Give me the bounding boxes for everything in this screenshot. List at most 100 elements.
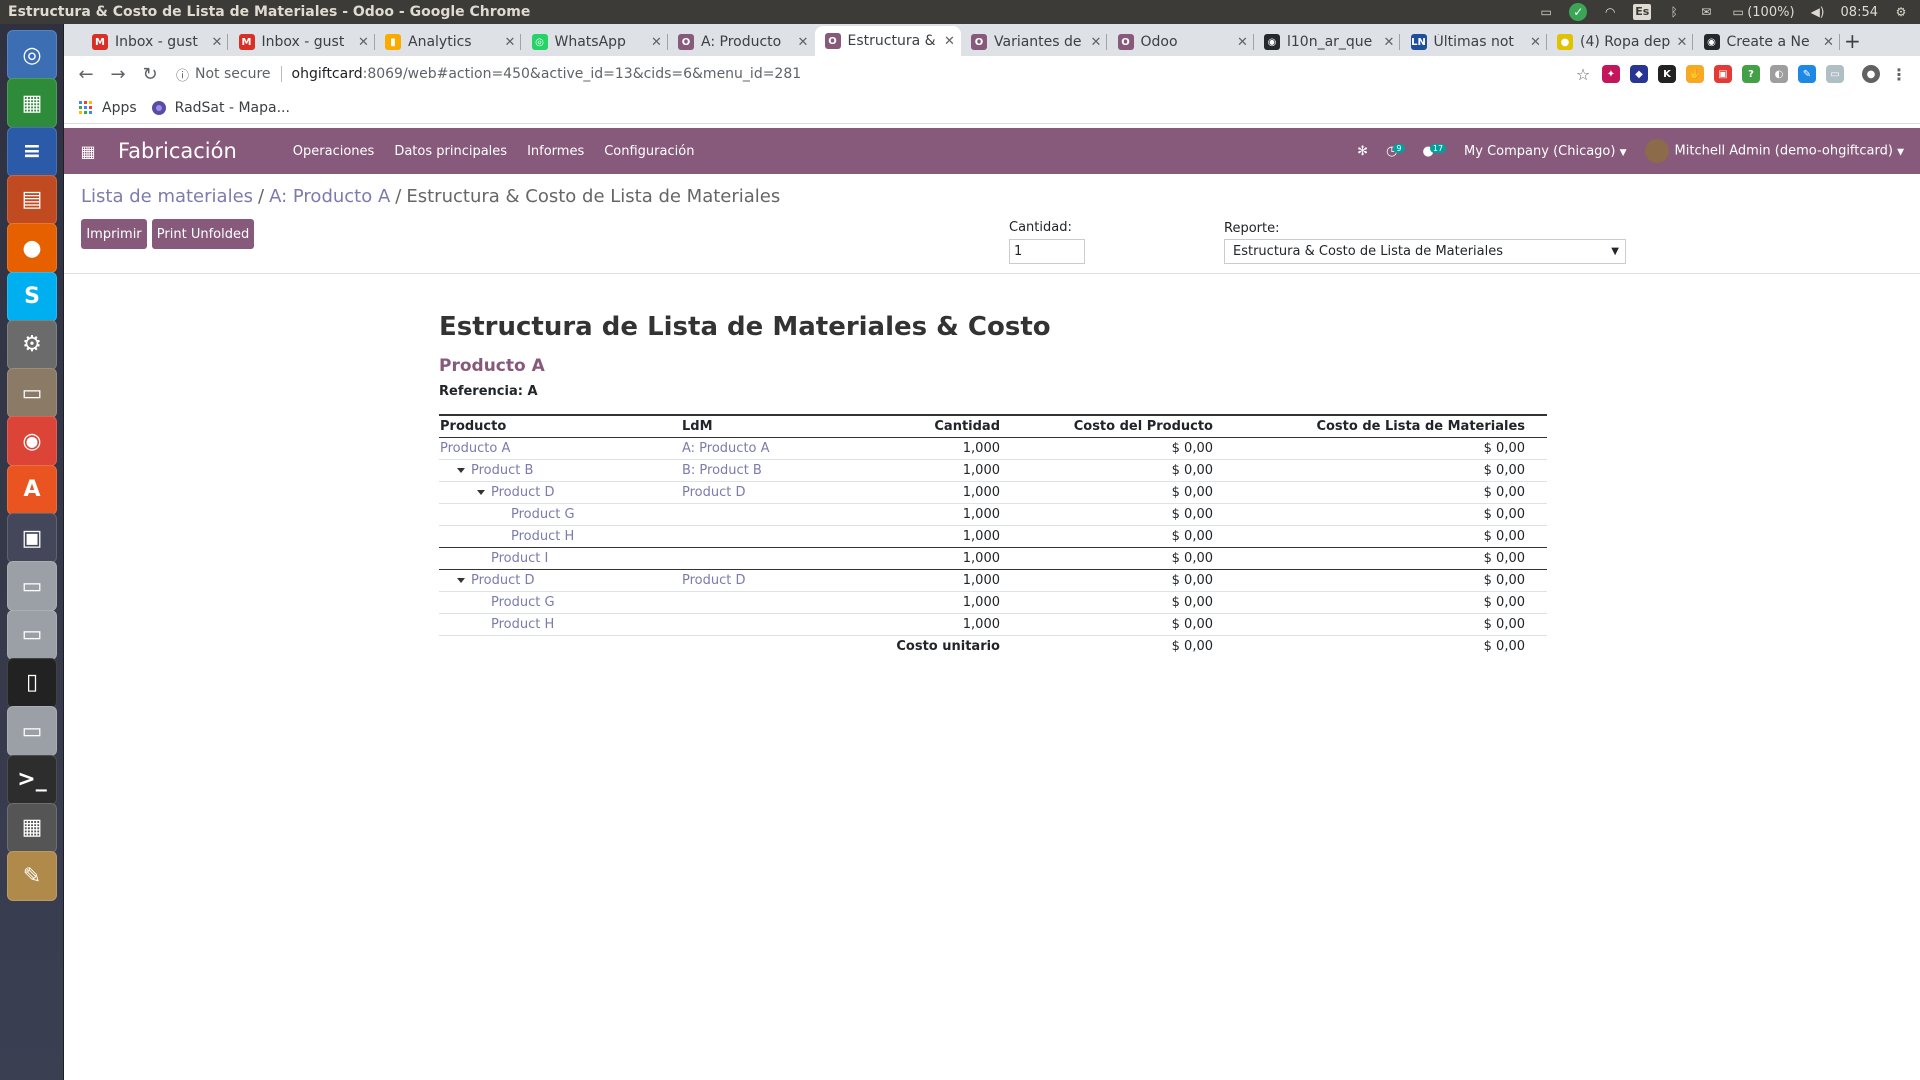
- breadcrumb-link-product[interactable]: A: Producto A: [269, 186, 390, 207]
- caret-down-icon[interactable]: [457, 467, 465, 473]
- browser-tab[interactable]: ◉ l10n_ar_que ✕: [1254, 28, 1400, 56]
- user-menu[interactable]: Mitchell Admin (demo-ohgiftcard) ▼: [1644, 139, 1904, 163]
- extension-icon-6[interactable]: ?: [1742, 65, 1760, 83]
- text-editor-icon[interactable]: ✎: [7, 851, 57, 902]
- browser-tab[interactable]: ▮ Analytics ✕: [375, 28, 521, 56]
- forward-icon[interactable]: →: [102, 64, 134, 85]
- firefox-icon[interactable]: ●: [7, 223, 57, 274]
- impress-icon[interactable]: ▤: [7, 174, 57, 225]
- mail-icon[interactable]: ✉: [1697, 5, 1715, 19]
- terminal-icon[interactable]: >_: [7, 754, 57, 805]
- profile-avatar[interactable]: ●: [1862, 65, 1880, 83]
- close-icon[interactable]: ✕: [353, 35, 375, 50]
- close-icon[interactable]: ✕: [1671, 35, 1693, 50]
- company-switcher[interactable]: My Company (Chicago) ▼: [1464, 144, 1626, 159]
- browser-tab[interactable]: O Odoo ✕: [1108, 28, 1254, 56]
- bom-link[interactable]: Product D: [682, 573, 746, 588]
- ubuntu-icon[interactable]: ◎: [7, 30, 57, 80]
- address-bar[interactable]: ⓘ Not secure ohgiftcard:8069/web#action=…: [176, 60, 1574, 88]
- bom-link[interactable]: A: Producto A: [682, 441, 770, 456]
- close-icon[interactable]: ✕: [206, 35, 228, 50]
- site-info-icon[interactable]: ⓘ: [176, 65, 189, 84]
- browser-menu-icon[interactable]: ⋮: [1890, 65, 1908, 84]
- software-center-icon[interactable]: A: [7, 464, 57, 515]
- battery-indicator[interactable]: ▭ (100%): [1729, 5, 1795, 20]
- close-icon[interactable]: ✕: [792, 35, 814, 50]
- settings-icon[interactable]: ⚙: [7, 319, 57, 370]
- skype-icon[interactable]: S: [7, 271, 57, 322]
- calculator-icon[interactable]: ▦: [7, 802, 57, 853]
- extension-icon-8[interactable]: ✎: [1798, 65, 1816, 83]
- extension-icon-9[interactable]: ▭: [1826, 65, 1844, 83]
- menu-informes[interactable]: Informes: [527, 144, 584, 159]
- writer-icon[interactable]: ≡: [7, 126, 57, 177]
- product-link[interactable]: Product B: [471, 463, 533, 478]
- print-button[interactable]: Imprimir: [81, 219, 147, 249]
- menu-operaciones[interactable]: Operaciones: [293, 144, 375, 159]
- new-tab-button[interactable]: +: [1844, 29, 1861, 53]
- volume-icon[interactable]: ◀): [1809, 5, 1827, 19]
- browser-tab[interactable]: O Estructura & ✕: [814, 26, 961, 56]
- product-link[interactable]: Product G: [491, 595, 555, 610]
- phone-icon[interactable]: ▯: [7, 657, 57, 708]
- product-link[interactable]: Product G: [511, 507, 575, 522]
- extension-icon-3[interactable]: K: [1658, 65, 1676, 83]
- product-link[interactable]: Product I: [491, 551, 548, 566]
- extension-icon-4[interactable]: ✋: [1686, 65, 1704, 83]
- close-icon[interactable]: ✕: [1085, 35, 1107, 50]
- power-gear-icon[interactable]: ⚙: [1892, 5, 1910, 19]
- close-icon[interactable]: ✕: [1818, 35, 1840, 50]
- report-product-link[interactable]: Producto A: [439, 356, 1547, 376]
- app-menu-grid-icon[interactable]: ▦: [70, 142, 106, 161]
- close-icon[interactable]: ✕: [1525, 35, 1547, 50]
- quantity-input[interactable]: 1: [1009, 239, 1085, 264]
- sync-ok-icon[interactable]: ✓: [1569, 3, 1588, 21]
- browser-tab[interactable]: ● (4) Ropa dep ✕: [1547, 28, 1693, 56]
- extension-icon-1[interactable]: ✦: [1602, 65, 1620, 83]
- product-link[interactable]: Product H: [491, 617, 554, 632]
- messages-button[interactable]: ●17: [1423, 143, 1447, 159]
- caret-down-icon[interactable]: [477, 489, 485, 495]
- close-icon[interactable]: ✕: [499, 35, 521, 50]
- keyboard-layout-indicator[interactable]: Es: [1633, 4, 1652, 20]
- browser-tab[interactable]: LN Últimas not ✕: [1401, 28, 1547, 56]
- close-icon[interactable]: ✕: [939, 34, 961, 49]
- print-unfolded-button[interactable]: Print Unfolded: [152, 219, 254, 249]
- app-name[interactable]: Fabricación: [118, 139, 237, 163]
- drive-icon[interactable]: ▭: [7, 561, 57, 612]
- browser-tab[interactable]: ◉ Create a Ne ✕: [1694, 28, 1840, 56]
- extension-icon-2[interactable]: ◆: [1630, 65, 1648, 83]
- bluetooth-icon[interactable]: ᛒ: [1665, 5, 1683, 19]
- bom-link[interactable]: B: Product B: [682, 463, 762, 478]
- reload-icon[interactable]: ↻: [134, 64, 166, 85]
- menu-configuracion[interactable]: Configuración: [604, 144, 694, 159]
- files-icon[interactable]: ▭: [7, 368, 57, 419]
- storage-icon[interactable]: ▭: [1537, 5, 1555, 19]
- product-link[interactable]: Producto A: [440, 441, 510, 456]
- browser-tab[interactable]: O Variantes de ✕: [961, 28, 1107, 56]
- drive-icon-3[interactable]: ▭: [7, 706, 57, 757]
- product-link[interactable]: Product D: [471, 573, 535, 588]
- debug-bug-icon[interactable]: ✻: [1357, 144, 1368, 159]
- close-icon[interactable]: ✕: [1232, 35, 1254, 50]
- menu-datos-principales[interactable]: Datos principales: [394, 144, 507, 159]
- close-icon[interactable]: ✕: [1378, 35, 1400, 50]
- bookmark-star-icon[interactable]: ☆: [1574, 65, 1592, 84]
- bookmark-radsat[interactable]: RadSat - Mapa...: [151, 100, 290, 116]
- browser-tab[interactable]: O A: Producto ✕: [668, 28, 814, 56]
- browser-tab[interactable]: M Inbox - gust ✕: [82, 28, 228, 56]
- extension-icon-5[interactable]: ▣: [1714, 65, 1732, 83]
- drive-icon-2[interactable]: ▭: [7, 609, 57, 660]
- report-select[interactable]: Estructura & Costo de Lista de Materiale…: [1224, 239, 1626, 264]
- spreadsheet-icon[interactable]: ▦: [7, 78, 57, 129]
- wifi-icon[interactable]: ◠: [1601, 5, 1619, 19]
- back-icon[interactable]: ←: [70, 64, 102, 85]
- browser-tab[interactable]: M Inbox - gust ✕: [229, 28, 375, 56]
- caret-down-icon[interactable]: [457, 577, 465, 583]
- workspaces-icon[interactable]: ▣: [7, 513, 57, 563]
- product-link[interactable]: Product H: [511, 529, 574, 544]
- close-icon[interactable]: ✕: [646, 35, 668, 50]
- breadcrumb-link-bom-list[interactable]: Lista de materiales: [81, 186, 253, 207]
- product-link[interactable]: Product D: [491, 485, 555, 500]
- clock[interactable]: 08:54: [1841, 5, 1878, 20]
